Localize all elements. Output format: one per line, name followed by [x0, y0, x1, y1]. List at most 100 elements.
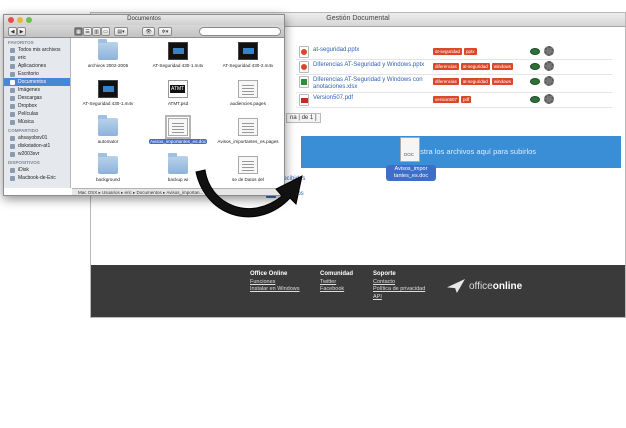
- sidebar-item[interactable]: iDisk: [4, 166, 70, 174]
- sidebar-section-heading: DISPOSITIVOS: [8, 160, 40, 165]
- file-item[interactable]: archivos 2002-2005: [74, 39, 142, 78]
- sidebar-item[interactable]: Películas: [4, 110, 70, 118]
- view-eye-icon[interactable]: [530, 96, 540, 103]
- tag-badge[interactable]: windows: [491, 63, 514, 70]
- tag-badge[interactable]: at-seguridad: [433, 48, 463, 55]
- document-link[interactable]: Diferencias AT-Seguridad y Windows.pptx: [313, 62, 431, 69]
- sidebar-item[interactable]: Imágenes: [4, 86, 70, 94]
- file-item[interactable]: se de Datos del: [214, 154, 282, 188]
- dragged-file[interactable]: Avisos_impor tantes_es.doc: [386, 137, 438, 183]
- video-thumbnail-icon: [168, 42, 188, 60]
- document-link[interactable]: Diferencias AT-Seguridad y Windows con a…: [313, 77, 431, 91]
- footer-heading: Office Online: [250, 271, 288, 277]
- sidebar-section-heading: COMPARTIDO: [8, 128, 39, 133]
- sidebar-item[interactable]: diskstation-at1: [4, 142, 70, 150]
- sidebar-item[interactable]: Aplicaciones: [4, 62, 70, 70]
- column-view-button[interactable]: ▥: [92, 27, 101, 36]
- psd-file-icon: [168, 80, 188, 98]
- gear-icon[interactable]: [544, 46, 554, 56]
- gear-icon[interactable]: [544, 76, 554, 86]
- folder-icon: [98, 39, 118, 60]
- file-name: automator: [97, 139, 119, 144]
- footer-link[interactable]: Twitter: [320, 279, 353, 287]
- footer-link[interactable]: Funciones: [250, 279, 300, 287]
- footer-link[interactable]: Política de privacidad: [373, 286, 425, 294]
- table-row[interactable]: Diferencias AT-Seguridad y Windows con a…: [296, 75, 612, 93]
- sidebar-item[interactable]: Escritorio: [4, 70, 70, 78]
- icon-view-button[interactable]: ▦: [74, 27, 83, 36]
- video-thumbnail-icon: [98, 80, 118, 98]
- footer-link[interactable]: Contacto: [373, 279, 425, 287]
- quick-look-button[interactable]: 👁: [142, 27, 155, 36]
- file-item[interactable]: automator: [74, 115, 142, 154]
- file-name: AT-Seguridad 430-2.m4v: [222, 63, 274, 68]
- file-name: background: [95, 177, 120, 182]
- file-item[interactable]: backup wi: [144, 153, 212, 188]
- coverflow-view-button[interactable]: ▭: [101, 27, 110, 36]
- path-bar[interactable]: Mac OSX ▸ Usuarios ▸ eric ▸ Documentos ▸…: [72, 188, 284, 195]
- video-thumbnail-icon: [238, 42, 258, 60]
- table-row[interactable]: at-seguridad.pptx at-seguridad pptx: [296, 45, 612, 60]
- footer-column: Comunidad Twitter Facebook: [320, 271, 353, 294]
- forward-button[interactable]: ▶: [17, 27, 26, 36]
- finder-sidebar: FAVORITOS Todos mis archivos eric Aplica…: [4, 38, 71, 188]
- document-list: at-seguridad.pptx at-seguridad pptx Dife…: [296, 45, 612, 108]
- sidebar-item-documentos[interactable]: Documentos: [4, 78, 70, 86]
- tag-badge[interactable]: windows: [491, 78, 514, 85]
- sidebar-item[interactable]: Dropbox: [4, 102, 70, 110]
- file-item[interactable]: AT-Seguridad 430-1.m4v: [74, 78, 142, 116]
- doc-file-icon: [400, 137, 420, 162]
- sidebar-item[interactable]: Macbook-de-Eric: [4, 174, 70, 182]
- view-eye-icon[interactable]: [530, 63, 540, 70]
- tag-badge[interactable]: at-seguridad: [460, 63, 490, 70]
- laptop-icon: [10, 175, 15, 181]
- tag-badge[interactable]: pdf: [461, 96, 472, 103]
- footer-column: Office Online Funciones Instalar en Wind…: [250, 271, 300, 294]
- document-link[interactable]: Version507.pdf: [313, 95, 431, 102]
- file-name: ATMT.psd: [167, 101, 189, 106]
- table-row[interactable]: Version507.pdf version507 pdf: [296, 93, 612, 108]
- sidebar-item[interactable]: Todos mis archivos: [4, 46, 70, 54]
- file-item[interactable]: AT-Seguridad 430-1.m4v: [144, 40, 212, 78]
- view-eye-icon[interactable]: [530, 78, 540, 85]
- sidebar-item[interactable]: Descargas: [4, 94, 70, 102]
- sidebar-item[interactable]: w2003svr: [4, 150, 70, 158]
- tag-badge[interactable]: diferencias: [433, 78, 459, 85]
- arrange-button[interactable]: ▤▾: [114, 27, 128, 36]
- file-name: Avisos_importantes_es.pages: [217, 139, 279, 144]
- footer-link[interactable]: Facebook: [320, 286, 353, 294]
- footer-link[interactable]: API: [373, 294, 425, 302]
- sidebar-item[interactable]: eric: [4, 54, 70, 62]
- tag-badge[interactable]: at-seguridad: [460, 78, 490, 85]
- pages-file-icon: [238, 118, 258, 136]
- pages-file-icon: [238, 80, 258, 98]
- file-item-selected[interactable]: Avisos_importantes_es.doc: [144, 115, 212, 154]
- brand-logo[interactable]: officeonline: [447, 279, 522, 293]
- tag-badge[interactable]: diferencias: [433, 63, 459, 70]
- list-view-button[interactable]: ☰: [83, 27, 92, 36]
- file-item[interactable]: background: [74, 153, 142, 188]
- view-eye-icon[interactable]: [530, 48, 540, 55]
- table-row[interactable]: Diferencias AT-Seguridad y Windows.pptx …: [296, 60, 612, 75]
- search-input[interactable]: [199, 27, 281, 36]
- brand-name: officeonline: [469, 280, 523, 292]
- pagination[interactable]: na | de 1 ]: [286, 113, 321, 123]
- document-link[interactable]: at-seguridad.pptx: [313, 47, 431, 54]
- file-item[interactable]: Avisos_importantes_es.pages: [214, 116, 282, 154]
- file-item[interactable]: AT-Seguridad 430-2.m4v: [214, 40, 282, 78]
- gear-icon[interactable]: [544, 94, 554, 104]
- sidebar-item[interactable]: ahsayobsv01: [4, 134, 70, 142]
- back-button[interactable]: ◀: [8, 27, 17, 36]
- upload-drop-zone[interactable]: Arrastra los archivos aquí para subirlos: [301, 136, 621, 168]
- tag-badge[interactable]: pptx: [464, 48, 477, 55]
- file-item[interactable]: ATMT.psd: [144, 78, 212, 116]
- tag-badge[interactable]: version507: [433, 96, 460, 103]
- finder-titlebar[interactable]: Documentos: [4, 15, 284, 25]
- gear-icon[interactable]: [544, 61, 554, 71]
- sidebar-item[interactable]: Música: [4, 118, 70, 126]
- footer-link[interactable]: Instalar en Windows: [250, 286, 300, 294]
- dragged-file-label: Avisos_impor tantes_es.doc: [386, 165, 436, 181]
- file-item[interactable]: audiencies.pages: [214, 78, 282, 116]
- screen: Gestión Documental at-seguridad.pptx at-…: [0, 0, 626, 428]
- action-gear-button[interactable]: ✲▾: [158, 27, 172, 36]
